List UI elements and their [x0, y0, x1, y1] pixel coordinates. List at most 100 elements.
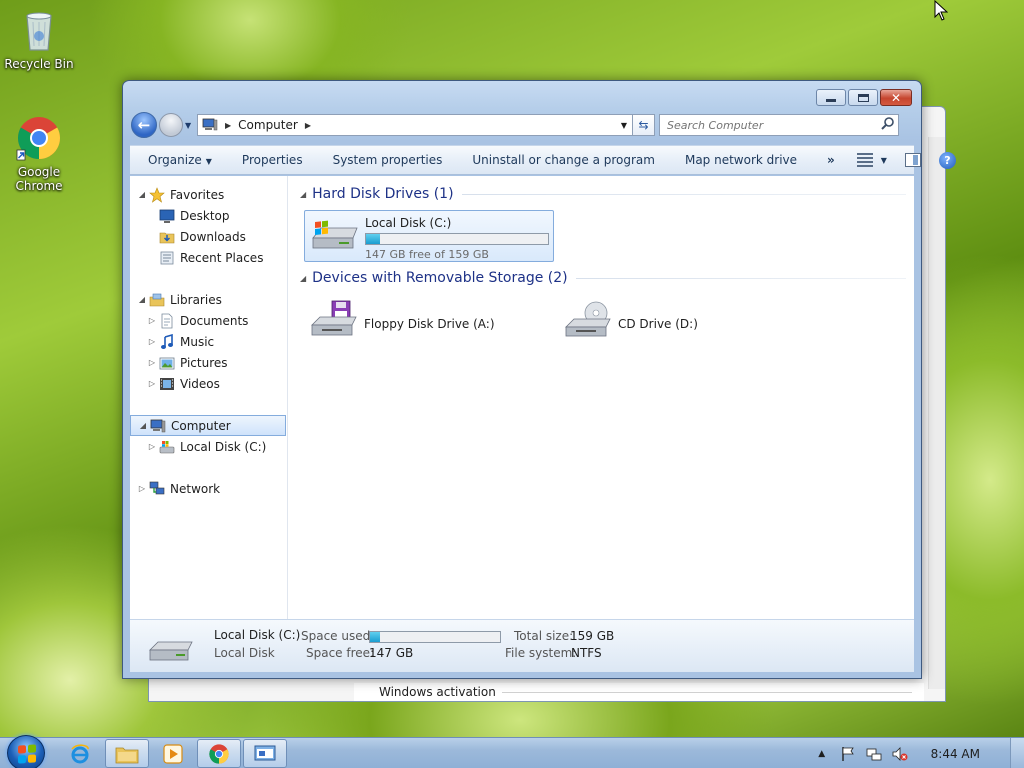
nav-videos[interactable]: ▷ Videos	[130, 373, 287, 394]
minimize-icon	[826, 99, 836, 102]
device-name: CD Drive (D:)	[618, 317, 698, 331]
pictures-icon	[159, 355, 175, 371]
system-properties-button[interactable]: System properties	[333, 153, 443, 167]
expand-arrow-icon[interactable]: ◢	[137, 190, 147, 199]
refresh-button[interactable]: ⇆	[633, 114, 655, 136]
background-window-scrollbar[interactable]	[928, 137, 945, 689]
drive-floppy-a[interactable]: Floppy Disk Drive (A:)	[304, 296, 544, 342]
show-desktop-button[interactable]	[1010, 738, 1024, 768]
breadcrumb-computer[interactable]: Computer	[238, 118, 298, 132]
space-free-value: 147 GB	[369, 646, 414, 660]
collapse-arrow-icon[interactable]: ◢	[300, 274, 306, 283]
expand-arrow-icon[interactable]: ▷	[147, 337, 157, 346]
nav-label: Computer	[171, 418, 231, 433]
drive-name: Local Disk (C:)	[365, 216, 452, 230]
expand-arrow-icon[interactable]: ▷	[137, 484, 147, 493]
nav-documents[interactable]: ▷ Documents	[130, 310, 287, 331]
help-button[interactable]: ?	[938, 151, 956, 169]
nav-local-disk[interactable]: ▷ Local Disk (C:)	[130, 436, 287, 457]
nav-computer[interactable]: ◢ Computer	[130, 415, 286, 436]
maximize-button[interactable]	[848, 89, 878, 106]
expand-arrow-icon[interactable]: ▷	[147, 442, 157, 451]
navigation-pane[interactable]: ◢ Favorites Desktop Downloads Recent Pla…	[130, 176, 288, 619]
uninstall-program-button[interactable]: Uninstall or change a program	[472, 153, 655, 167]
search-box[interactable]	[659, 114, 899, 136]
nav-network[interactable]: ▷ Network	[130, 478, 287, 499]
desktop-icon-recycle-bin[interactable]: Recycle Bin	[2, 6, 76, 71]
volume-muted-icon[interactable]	[892, 746, 908, 762]
search-icon[interactable]	[880, 116, 898, 134]
nav-music[interactable]: ▷ Music	[130, 331, 287, 352]
properties-button[interactable]: Properties	[242, 153, 303, 167]
action-center-flag-icon[interactable]	[840, 746, 856, 762]
collapse-arrow-icon[interactable]: ◢	[300, 190, 306, 199]
expand-arrow-icon[interactable]: ◢	[137, 295, 147, 304]
file-list[interactable]: ◢ Hard Disk Drives (1) Local Disk (C:) 1…	[288, 176, 914, 619]
drive-free-space: 147 GB free of 159 GB	[365, 248, 489, 261]
breadcrumb-separator[interactable]: ▶	[225, 121, 231, 130]
map-network-drive-button[interactable]: Map network drive	[685, 153, 797, 167]
preview-pane-button[interactable]	[904, 153, 921, 167]
nav-label: Downloads	[180, 229, 246, 244]
folder-icon	[115, 747, 139, 763]
nav-pictures[interactable]: ▷ Pictures	[130, 352, 287, 373]
nav-recent-places[interactable]: Recent Places	[130, 247, 287, 268]
taskbar-clock[interactable]: 8:44 AM	[931, 747, 980, 761]
chrome-icon	[15, 114, 63, 162]
nav-downloads[interactable]: Downloads	[130, 226, 287, 247]
nav-label: Libraries	[170, 292, 222, 307]
mouse-cursor-icon	[934, 0, 948, 21]
taskbar-control-panel[interactable]	[243, 739, 287, 768]
taskbar-google-chrome[interactable]	[197, 739, 241, 768]
space-used-bar	[369, 631, 501, 643]
forward-button[interactable]	[159, 113, 183, 137]
expand-arrow-icon[interactable]: ◢	[138, 421, 148, 430]
organize-label: Organize	[148, 153, 202, 167]
system-window-icon	[254, 745, 276, 760]
arrow-left-icon: ←	[137, 116, 151, 134]
downloads-folder-icon	[159, 229, 175, 245]
navigation-bar: ← ▼ ▶ Computer ▶ ▼ ⇆	[131, 112, 913, 138]
desktop-icon-google-chrome[interactable]: Google Chrome	[2, 114, 76, 193]
back-button[interactable]: ←	[131, 112, 157, 138]
search-input[interactable]	[667, 118, 880, 132]
drive-usage-bar	[365, 233, 549, 245]
content-area: ◢ Favorites Desktop Downloads Recent Pla…	[130, 176, 914, 619]
desktop-icon-label: Google Chrome	[15, 165, 63, 193]
change-view-button[interactable]: ▼	[856, 153, 887, 167]
nav-label: Recent Places	[180, 250, 264, 265]
start-button[interactable]	[7, 735, 45, 768]
explorer-window[interactable]: ✕ ← ▼ ▶ Computer ▶ ▼ ⇆ Organize▼ Proper	[122, 80, 956, 679]
network-status-icon[interactable]	[866, 746, 882, 762]
group-hard-disk-drives[interactable]: ◢ Hard Disk Drives (1)	[300, 184, 906, 204]
taskbar-media-player[interactable]	[151, 739, 195, 768]
expand-arrow-icon[interactable]: ▷	[147, 358, 157, 367]
libraries-icon	[149, 292, 165, 308]
address-bar[interactable]: ▶ Computer ▶ ▼	[197, 114, 633, 136]
internet-explorer-icon	[71, 743, 89, 763]
show-hidden-icons-button[interactable]: ▲	[814, 746, 830, 762]
taskbar-windows-explorer[interactable]	[105, 739, 149, 768]
group-removable-storage[interactable]: ◢ Devices with Removable Storage (2)	[300, 268, 906, 288]
more-commands-button[interactable]: »	[827, 153, 835, 167]
breadcrumb-separator[interactable]: ▶	[305, 121, 311, 130]
taskbar-internet-explorer[interactable]	[58, 739, 102, 768]
address-dropdown-icon[interactable]: ▼	[616, 121, 632, 130]
nav-favorites[interactable]: ◢ Favorites	[130, 184, 287, 205]
recent-pages-dropdown[interactable]: ▼	[185, 121, 195, 130]
nav-desktop[interactable]: Desktop	[130, 205, 287, 226]
drive-cd-d[interactable]: CD Drive (D:)	[558, 296, 798, 342]
local-disk-icon	[159, 439, 175, 455]
expand-arrow-icon[interactable]: ▷	[147, 316, 157, 325]
close-icon: ✕	[890, 90, 902, 105]
organize-button[interactable]: Organize ▼	[148, 153, 212, 167]
minimize-button[interactable]	[816, 89, 846, 106]
space-used-fill	[370, 632, 380, 642]
nav-label: Documents	[180, 313, 249, 328]
maximize-icon	[857, 93, 869, 102]
drive-local-disk-c[interactable]: Local Disk (C:) 147 GB free of 159 GB	[304, 210, 554, 262]
expand-arrow-icon[interactable]: ▷	[147, 379, 157, 388]
close-button[interactable]: ✕	[880, 89, 912, 106]
nav-libraries[interactable]: ◢ Libraries	[130, 289, 287, 310]
window-controls: ✕	[816, 89, 912, 106]
